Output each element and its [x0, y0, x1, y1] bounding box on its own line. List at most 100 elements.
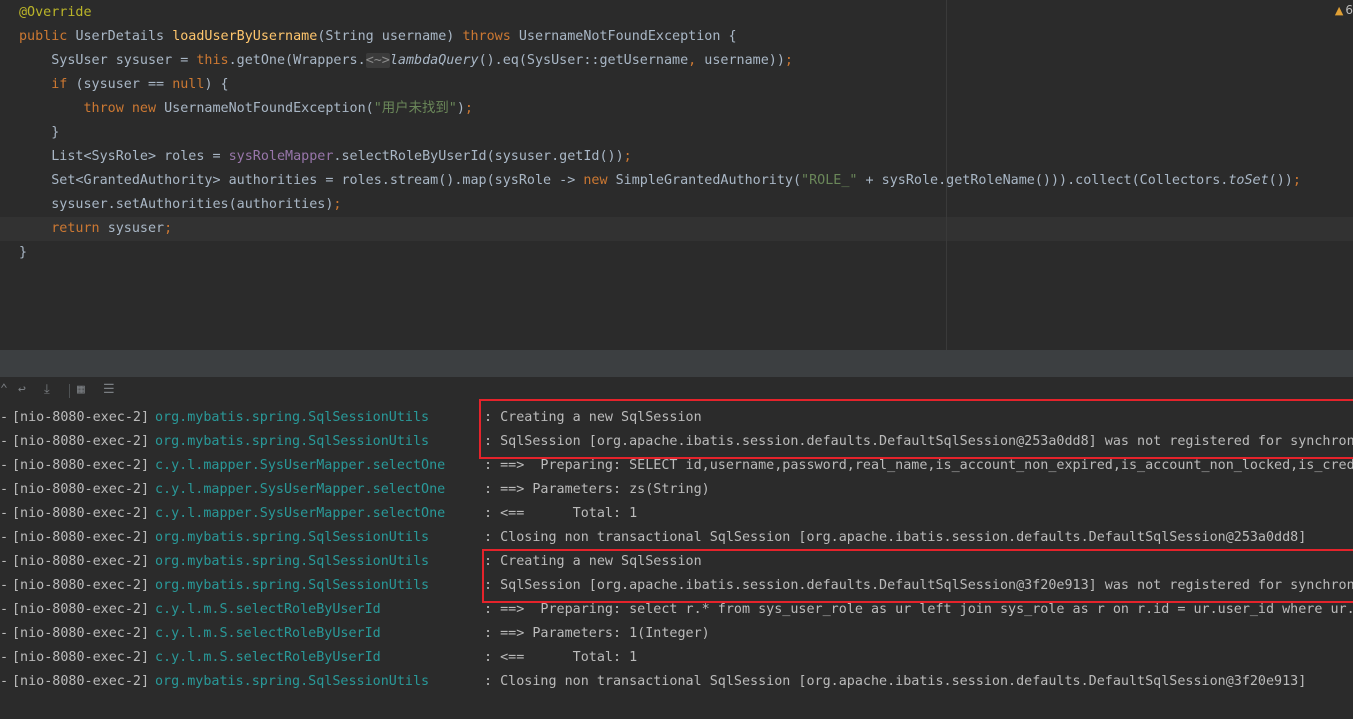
- code-line[interactable]: SysUser sysuser = this.getOne(Wrappers.<…: [19, 49, 793, 73]
- log-line[interactable]: - [nio-8080-exec-2] org.mybatis.spring.Sql…: [0, 670, 1353, 694]
- log-prefix: -: [0, 434, 9, 449]
- code-line[interactable]: @Override: [19, 1, 92, 25]
- clear-all-icon[interactable]: ☰: [103, 382, 115, 397]
- code-token: ,: [688, 53, 705, 68]
- code-token: (sysuser ==: [75, 77, 173, 92]
- log-thread: [nio-8080-exec-2]: [12, 482, 150, 497]
- code-line[interactable]: List<SysRole> roles = sysRoleMapper.sele…: [19, 145, 632, 169]
- code-line[interactable]: sysuser.setAuthorities(authorities);: [19, 193, 341, 217]
- log-thread: [nio-8080-exec-2]: [12, 434, 150, 449]
- code-token: "用户未找到": [373, 101, 457, 116]
- log-logger: c.y.l.mapper.SysUserMapper.selectOne: [155, 482, 446, 497]
- code-token: SimpleGrantedAuthority(: [615, 173, 802, 188]
- log-prefix: -: [0, 530, 9, 545]
- code-token: loadUserByUsername: [172, 29, 318, 44]
- code-token: "ROLE_": [801, 173, 858, 188]
- code-line[interactable]: return sysuser;: [19, 217, 172, 241]
- code-token: this: [196, 53, 229, 68]
- log-line[interactable]: - [nio-8080-exec-2] c.y.l.mapper.SysUserMa…: [0, 478, 1353, 502]
- code-token: lambdaQuery: [389, 53, 479, 68]
- log-logger: org.mybatis.spring.SqlSessionUtils: [155, 578, 430, 593]
- log-thread: [nio-8080-exec-2]: [12, 554, 150, 569]
- log-message: : Closing non transactional SqlSession […: [484, 674, 1307, 689]
- code-token: ()): [1268, 173, 1293, 188]
- warning-count: 6: [1345, 3, 1353, 17]
- log-prefix: -: [0, 482, 9, 497]
- log-prefix: -: [0, 626, 9, 641]
- code-token: sysuser: [107, 221, 165, 236]
- log-logger: c.y.l.m.S.selectRoleByUserId: [155, 602, 381, 617]
- code-editor[interactable]: @Override public UserDetails loadUserByUs…: [0, 0, 1353, 350]
- code-token: UserDetails: [75, 29, 173, 44]
- code-line[interactable]: if (sysuser == null) {: [19, 73, 228, 97]
- log-prefix: -: [0, 650, 9, 665]
- code-line[interactable]: throw new UsernameNotFoundException("用户未…: [19, 97, 473, 121]
- code-token: new: [583, 173, 616, 188]
- log-logger: c.y.l.m.S.selectRoleByUserId: [155, 650, 381, 665]
- log-thread: [nio-8080-exec-2]: [12, 458, 150, 473]
- log-thread: [nio-8080-exec-2]: [12, 626, 150, 641]
- code-token: toSet: [1228, 173, 1269, 188]
- code-token: UsernameNotFoundException(: [164, 101, 374, 116]
- code-token: ;: [464, 101, 473, 116]
- log-thread: [nio-8080-exec-2]: [12, 602, 150, 617]
- code-token: ;: [784, 53, 793, 68]
- log-logger: c.y.l.mapper.SysUserMapper.selectOne: [155, 506, 446, 521]
- code-token: SysUser sysuser =: [19, 53, 197, 68]
- highlight-box-first-session: [479, 399, 1353, 459]
- log-line[interactable]: - [nio-8080-exec-2] c.y.l.mapper.SysUserMa…: [0, 502, 1353, 526]
- code-token: ;: [333, 197, 342, 212]
- code-token: Set<GrantedAuthority> authorities = role…: [19, 173, 584, 188]
- highlight-box-second-session: [482, 549, 1353, 603]
- code-token: ().eq(SysUser::getUsername: [478, 53, 689, 68]
- log-line[interactable]: - [nio-8080-exec-2] c.y.l.m.S.selectRoleBy…: [0, 622, 1353, 646]
- current-line-highlight: [0, 217, 1353, 241]
- code-token: }: [19, 125, 60, 140]
- code-token: throws: [462, 29, 519, 44]
- code-token: .getOne(Wrappers.: [228, 53, 366, 68]
- log-message: : ==> Parameters: 1(Integer): [484, 626, 710, 641]
- code-token: throw new: [83, 101, 165, 116]
- log-message: : ==> Parameters: zs(String): [484, 482, 710, 497]
- scroll-up-icon[interactable]: ⌃: [0, 382, 8, 397]
- print-icon[interactable]: ▦: [77, 382, 85, 397]
- code-line[interactable]: Set<GrantedAuthority> authorities = role…: [19, 169, 1301, 193]
- code-token: @Override: [19, 5, 92, 20]
- log-logger: org.mybatis.spring.SqlSessionUtils: [155, 434, 430, 449]
- code-token: .selectRoleByUserId(sysuser.getId()): [333, 149, 624, 164]
- log-prefix: -: [0, 554, 9, 569]
- log-message: : <== Total: 1: [484, 506, 638, 521]
- toolbar-separator: [69, 384, 70, 398]
- code-token: UsernameNotFoundException {: [518, 29, 737, 44]
- soft-wrap-icon[interactable]: ↩: [18, 382, 26, 397]
- code-token: username)): [704, 53, 785, 68]
- log-line[interactable]: - [nio-8080-exec-2] c.y.l.m.S.selectRoleBy…: [0, 646, 1353, 670]
- code-token: <~>: [365, 53, 390, 68]
- log-logger: c.y.l.m.S.selectRoleByUserId: [155, 626, 381, 641]
- log-thread: [nio-8080-exec-2]: [12, 410, 150, 425]
- log-prefix: -: [0, 506, 9, 521]
- run-console[interactable]: ⌃ ↩ ⤓ ▦ ☰ - [nio-8080-exec-2] org.mybatis.…: [0, 377, 1353, 719]
- code-token: sysuser.setAuthorities(authorities): [19, 197, 334, 212]
- warning-icon: ▲: [1334, 4, 1344, 17]
- code-token: return: [51, 221, 108, 236]
- log-line[interactable]: - [nio-8080-exec-2] org.mybatis.spring.Sql…: [0, 526, 1353, 550]
- code-token: (String username): [317, 29, 463, 44]
- log-prefix: -: [0, 578, 9, 593]
- log-thread: [nio-8080-exec-2]: [12, 650, 150, 665]
- code-token: ;: [1292, 173, 1301, 188]
- log-thread: [nio-8080-exec-2]: [12, 674, 150, 689]
- code-token: null: [172, 77, 205, 92]
- log-thread: [nio-8080-exec-2]: [12, 530, 150, 545]
- code-token: ;: [164, 221, 173, 236]
- code-token: ;: [623, 149, 632, 164]
- code-line[interactable]: }: [19, 121, 59, 145]
- scroll-to-end-icon[interactable]: ⤓: [44, 382, 50, 397]
- code-line[interactable]: }: [19, 241, 27, 265]
- panel-splitter[interactable]: [0, 350, 1353, 377]
- code-line[interactable]: public UserDetails loadUserByUsername(St…: [19, 25, 737, 49]
- inspection-widget[interactable]: ▲ 6: [1335, 3, 1353, 17]
- log-message: : <== Total: 1: [484, 650, 638, 665]
